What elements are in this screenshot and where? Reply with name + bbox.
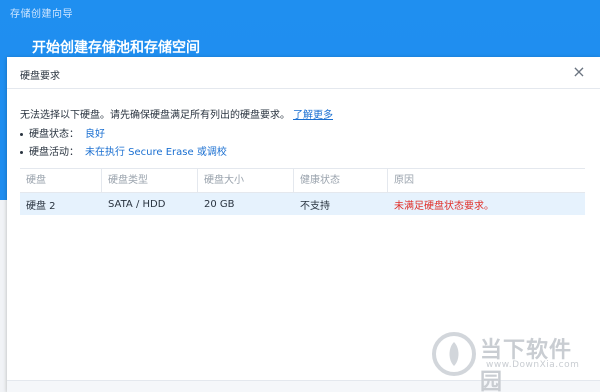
intro-message: 无法选择以下硬盘。请先确保硬盘满足所有列出的硬盘要求。 bbox=[20, 110, 290, 121]
disk-table: 硬盘 硬盘类型 硬盘大小 健康状态 原因 硬盘 2 SATA / HDD 20 … bbox=[20, 168, 585, 215]
table-row[interactable]: 硬盘 2 SATA / HDD 20 GB 不支持 未满足硬盘状态要求。 bbox=[20, 193, 585, 215]
cell-disk-size: 20 GB bbox=[204, 198, 235, 210]
column-header-disk[interactable]: 硬盘 bbox=[20, 168, 102, 193]
close-icon[interactable]: × bbox=[570, 63, 588, 81]
cell-reason: 未满足硬盘状态要求。 bbox=[394, 200, 494, 212]
requirement-label: 硬盘活动： bbox=[29, 147, 79, 158]
cell-disk: 硬盘 2 bbox=[26, 200, 56, 212]
cell-health: 不支持 bbox=[300, 200, 330, 212]
watermark: 当下软件园 www.DownXia.com bbox=[430, 328, 588, 392]
column-header-disk-type[interactable]: 硬盘类型 bbox=[102, 168, 198, 193]
learn-more-link[interactable]: 了解更多 bbox=[293, 110, 333, 121]
cell-disk-type: SATA / HDD bbox=[108, 198, 166, 210]
requirement-value: 未在执行 Secure Erase 或调校 bbox=[85, 147, 227, 158]
dialog-title: 硬盘要求 bbox=[20, 71, 60, 82]
bullet-icon bbox=[20, 150, 23, 154]
column-header-disk-size[interactable]: 硬盘大小 bbox=[198, 168, 294, 193]
dialog-header: 硬盘要求 × bbox=[7, 57, 600, 89]
column-header-health[interactable]: 健康状态 bbox=[294, 168, 388, 193]
requirement-label: 硬盘状态： bbox=[29, 129, 79, 140]
intro-text: 无法选择以下硬盘。请先确保硬盘满足所有列出的硬盘要求。 了解更多 bbox=[20, 106, 333, 121]
requirement-disk-activity: 硬盘活动： 未在执行 Secure Erase 或调校 bbox=[20, 143, 227, 158]
requirement-disk-status: 硬盘状态： 良好 bbox=[20, 125, 105, 140]
bullet-icon bbox=[20, 132, 23, 136]
table-header-row: 硬盘 硬盘类型 硬盘大小 健康状态 原因 bbox=[20, 168, 585, 193]
requirement-value: 良好 bbox=[85, 129, 105, 140]
wizard-window-title: 存储创建向导 bbox=[10, 9, 73, 20]
watermark-logo-icon bbox=[432, 332, 476, 376]
watermark-url: www.DownXia.com bbox=[486, 360, 580, 370]
column-header-reason[interactable]: 原因 bbox=[388, 169, 585, 193]
wizard-heading: 开始创建存储池和存储空间 bbox=[32, 40, 200, 56]
